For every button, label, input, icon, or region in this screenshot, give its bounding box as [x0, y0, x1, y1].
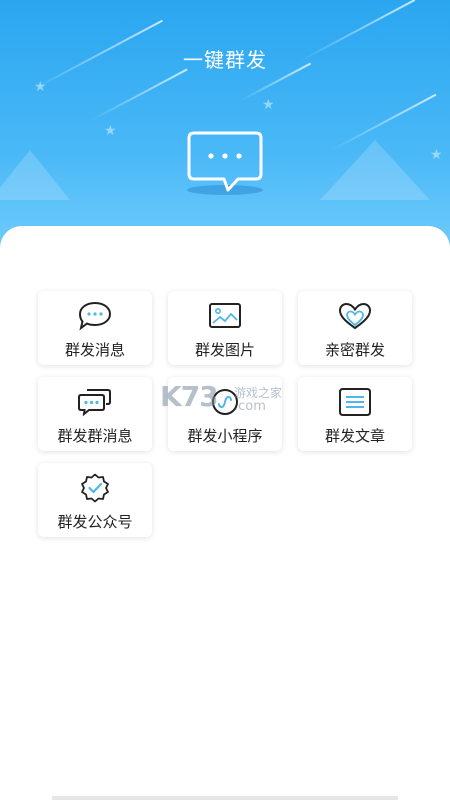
article-icon — [337, 387, 373, 417]
star-icon: ★ — [34, 79, 47, 95]
watermark-brand: K73 — [160, 380, 219, 413]
message-bubble-icon — [77, 301, 113, 331]
tile-group-chat-message[interactable]: 群发群消息 — [38, 377, 152, 451]
tile-label: 群发消息 — [64, 341, 125, 359]
tile-group-message[interactable]: 群发消息 — [38, 291, 152, 365]
mountain-shape — [0, 150, 70, 200]
tile-intimate-send[interactable]: 亲密群发 — [298, 291, 412, 365]
tile-label: 群发公众号 — [57, 513, 133, 531]
tile-group-image[interactable]: 群发图片 — [168, 291, 282, 365]
tile-label: 亲密群发 — [324, 341, 385, 359]
group-chat-icon — [77, 387, 113, 417]
image-icon — [207, 301, 243, 331]
tile-group-article[interactable]: 群发文章 — [298, 377, 412, 451]
bottom-bar — [52, 796, 398, 800]
watermark-domain: .com — [234, 399, 266, 414]
official-account-icon — [77, 473, 113, 503]
tile-label: 群发小程序 — [187, 427, 263, 445]
tile-label: 群发图片 — [194, 341, 255, 359]
star-icon: ★ — [430, 147, 443, 163]
star-icon: ★ — [104, 123, 117, 139]
tile-label: 群发群消息 — [57, 427, 133, 445]
chat-bubble-icon — [186, 130, 264, 194]
star-icon: ★ — [262, 97, 275, 113]
heart-icon — [337, 301, 373, 331]
tile-label: 群发文章 — [324, 427, 385, 445]
page-title: 一键群发 — [183, 48, 267, 72]
watermark: K73 游戏之家 .com — [160, 380, 300, 420]
mountain-shape — [320, 140, 430, 200]
tile-group-official-account[interactable]: 群发公众号 — [38, 463, 152, 537]
header-banner: ★ ★ ★ ★ 一键群发 — [0, 0, 450, 250]
light-streak — [89, 68, 188, 122]
